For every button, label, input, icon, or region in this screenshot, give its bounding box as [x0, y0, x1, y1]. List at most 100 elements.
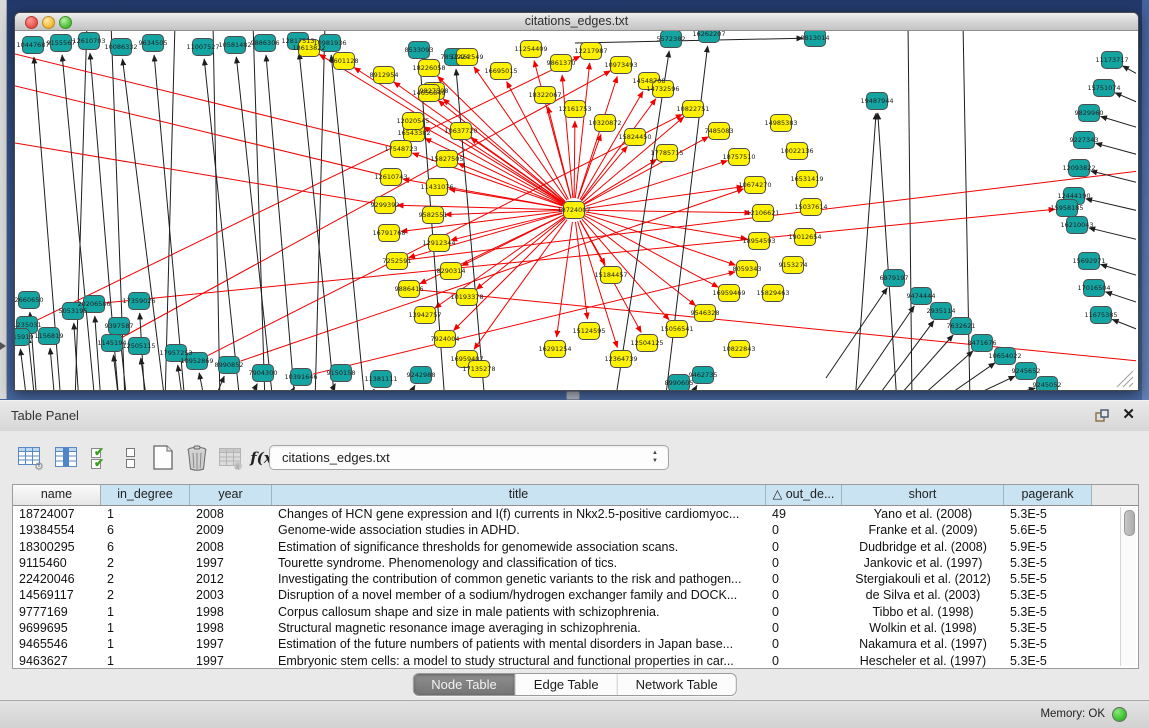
column-management-icon[interactable]: ⚙: [16, 444, 46, 472]
table-row[interactable]: 1872400712008Changes of HCN gene express…: [13, 506, 1138, 522]
cell-year[interactable]: 2012: [190, 571, 272, 587]
panel-collapse-arrow-icon[interactable]: [0, 342, 6, 350]
cell-short[interactable]: de Silva et al. (2003): [842, 587, 1004, 603]
cell-name[interactable]: 9777169: [13, 604, 101, 620]
table-row[interactable]: 946362711997Embryonic stem cells: a mode…: [13, 653, 1138, 669]
tab-node-table[interactable]: Node Table: [413, 674, 516, 695]
cell-in-degree[interactable]: 2: [101, 587, 190, 603]
cell-pagerank[interactable]: 5.3E-5: [1004, 604, 1092, 620]
cell-year[interactable]: 2008: [190, 506, 272, 522]
cell-in-degree[interactable]: 1: [101, 653, 190, 669]
cell-title[interactable]: Tourette syndrome. Phenomenology and cla…: [272, 555, 766, 571]
cell-in-degree[interactable]: 1: [101, 636, 190, 652]
table-row[interactable]: 977716911998Corpus callosum shape and si…: [13, 604, 1138, 620]
cell-pagerank[interactable]: 5.3E-5: [1004, 653, 1092, 669]
column-header-in-degree[interactable]: in_degree: [101, 485, 190, 505]
cell-out-de-[interactable]: 0: [766, 587, 842, 603]
cell-pagerank[interactable]: 5.3E-5: [1004, 506, 1092, 522]
network-table-selector[interactable]: citations_edges.txt ▲▼: [269, 445, 669, 470]
cell-title[interactable]: Genome-wide association studies in ADHD.: [272, 522, 766, 538]
close-icon[interactable]: ✕: [1122, 406, 1135, 424]
cell-out-de-[interactable]: 0: [766, 539, 842, 555]
cell-year[interactable]: 2008: [190, 539, 272, 555]
delete-rows-icon[interactable]: [182, 444, 212, 472]
cell-in-degree[interactable]: 2: [101, 571, 190, 587]
cell-pagerank[interactable]: 5.9E-5: [1004, 539, 1092, 555]
cell-out-de-[interactable]: 0: [766, 522, 842, 538]
column-header-out-de-[interactable]: △ out_de...: [766, 485, 842, 505]
cell-pagerank[interactable]: 5.3E-5: [1004, 587, 1092, 603]
cell-in-degree[interactable]: 1: [101, 506, 190, 522]
network-graph[interactable]: 1044768791555671261070310086332963450511…: [15, 31, 1136, 390]
cell-short[interactable]: Nakamura et al. (1997): [842, 636, 1004, 652]
left-panel-edge[interactable]: [0, 0, 7, 399]
column-header-name[interactable]: name: [13, 485, 101, 505]
column-header-pagerank[interactable]: pagerank: [1004, 485, 1092, 505]
cell-name[interactable]: 9115460: [13, 555, 101, 571]
cell-title[interactable]: Changes of HCN gene expression and I(f) …: [272, 506, 766, 522]
cell-short[interactable]: Franke et al. (2009): [842, 522, 1004, 538]
canvas-resize-grip-icon[interactable]: [1117, 371, 1133, 387]
float-window-icon[interactable]: [1095, 409, 1109, 423]
column-header-short[interactable]: short: [842, 485, 1004, 505]
cell-in-degree[interactable]: 6: [101, 539, 190, 555]
cell-short[interactable]: Hescheler et al. (1997): [842, 653, 1004, 669]
memory-ok-indicator-icon[interactable]: [1112, 707, 1127, 722]
cell-year[interactable]: 2009: [190, 522, 272, 538]
cell-pagerank[interactable]: 5.6E-5: [1004, 522, 1092, 538]
cell-name[interactable]: 9699695: [13, 620, 101, 636]
column-header-title[interactable]: title: [272, 485, 766, 505]
cell-name[interactable]: 9463627: [13, 653, 101, 669]
vertical-scrollbar[interactable]: [1120, 507, 1136, 666]
table-row[interactable]: 946554611997Estimation of the future num…: [13, 636, 1138, 652]
tab-network-table[interactable]: Network Table: [618, 674, 736, 695]
table-row[interactable]: 911546021997Tourette syndrome. Phenomeno…: [13, 555, 1138, 571]
cell-name[interactable]: 14569117: [13, 587, 101, 603]
cell-name[interactable]: 9465546: [13, 636, 101, 652]
cell-in-degree[interactable]: 2: [101, 555, 190, 571]
cell-title[interactable]: Disruption of a novel member of a sodium…: [272, 587, 766, 603]
splitter-handle[interactable]: [566, 391, 580, 400]
cell-out-de-[interactable]: 0: [766, 604, 842, 620]
column-header-year[interactable]: year: [190, 485, 272, 505]
cell-year[interactable]: 1998: [190, 604, 272, 620]
cell-title[interactable]: Structural magnetic resonance image aver…: [272, 620, 766, 636]
window-titlebar[interactable]: citations_edges.txt: [15, 13, 1138, 31]
scrollbar-thumb[interactable]: [1124, 510, 1135, 536]
clear-selection-icon[interactable]: [120, 444, 140, 472]
table-row[interactable]: 1456911722003Disruption of a novel membe…: [13, 587, 1138, 603]
cell-out-de-[interactable]: 0: [766, 636, 842, 652]
cell-pagerank[interactable]: 5.5E-5: [1004, 571, 1092, 587]
cell-pagerank[interactable]: 5.3E-5: [1004, 555, 1092, 571]
cell-short[interactable]: Yano et al. (2008): [842, 506, 1004, 522]
cell-in-degree[interactable]: 1: [101, 604, 190, 620]
cell-year[interactable]: 1997: [190, 555, 272, 571]
cell-out-de-[interactable]: 0: [766, 653, 842, 669]
table-row[interactable]: 1830029562008Estimation of significance …: [13, 539, 1138, 555]
cell-short[interactable]: Jankovic et al. (1997): [842, 555, 1004, 571]
cell-year[interactable]: 1997: [190, 636, 272, 652]
table-row[interactable]: 2242004622012Investigating the contribut…: [13, 571, 1138, 587]
cell-name[interactable]: 18724007: [13, 506, 101, 522]
table-row[interactable]: 969969511998Structural magnetic resonanc…: [13, 620, 1138, 636]
cell-short[interactable]: Wolkin et al. (1998): [842, 620, 1004, 636]
cell-out-de-[interactable]: 0: [766, 571, 842, 587]
cell-title[interactable]: Investigating the contribution of common…: [272, 571, 766, 587]
cell-pagerank[interactable]: 5.3E-5: [1004, 620, 1092, 636]
cell-short[interactable]: Tibbo et al. (1998): [842, 604, 1004, 620]
cell-in-degree[interactable]: 6: [101, 522, 190, 538]
table-row[interactable]: 1938455462009Genome-wide association stu…: [13, 522, 1138, 538]
cell-title[interactable]: Corpus callosum shape and size in male p…: [272, 604, 766, 620]
cell-name[interactable]: 22420046: [13, 571, 101, 587]
cell-name[interactable]: 19384554: [13, 522, 101, 538]
cell-year[interactable]: 2003: [190, 587, 272, 603]
cell-out-de-[interactable]: 0: [766, 555, 842, 571]
cell-year[interactable]: 1998: [190, 620, 272, 636]
cell-year[interactable]: 1997: [190, 653, 272, 669]
cell-short[interactable]: Stergiakouli et al. (2012): [842, 571, 1004, 587]
cell-in-degree[interactable]: 1: [101, 620, 190, 636]
tab-edge-table[interactable]: Edge Table: [516, 674, 618, 695]
select-all-icon[interactable]: ✔ ✔: [88, 444, 114, 472]
cell-title[interactable]: Estimation of the future numbers of pati…: [272, 636, 766, 652]
new-table-icon[interactable]: [148, 444, 178, 472]
